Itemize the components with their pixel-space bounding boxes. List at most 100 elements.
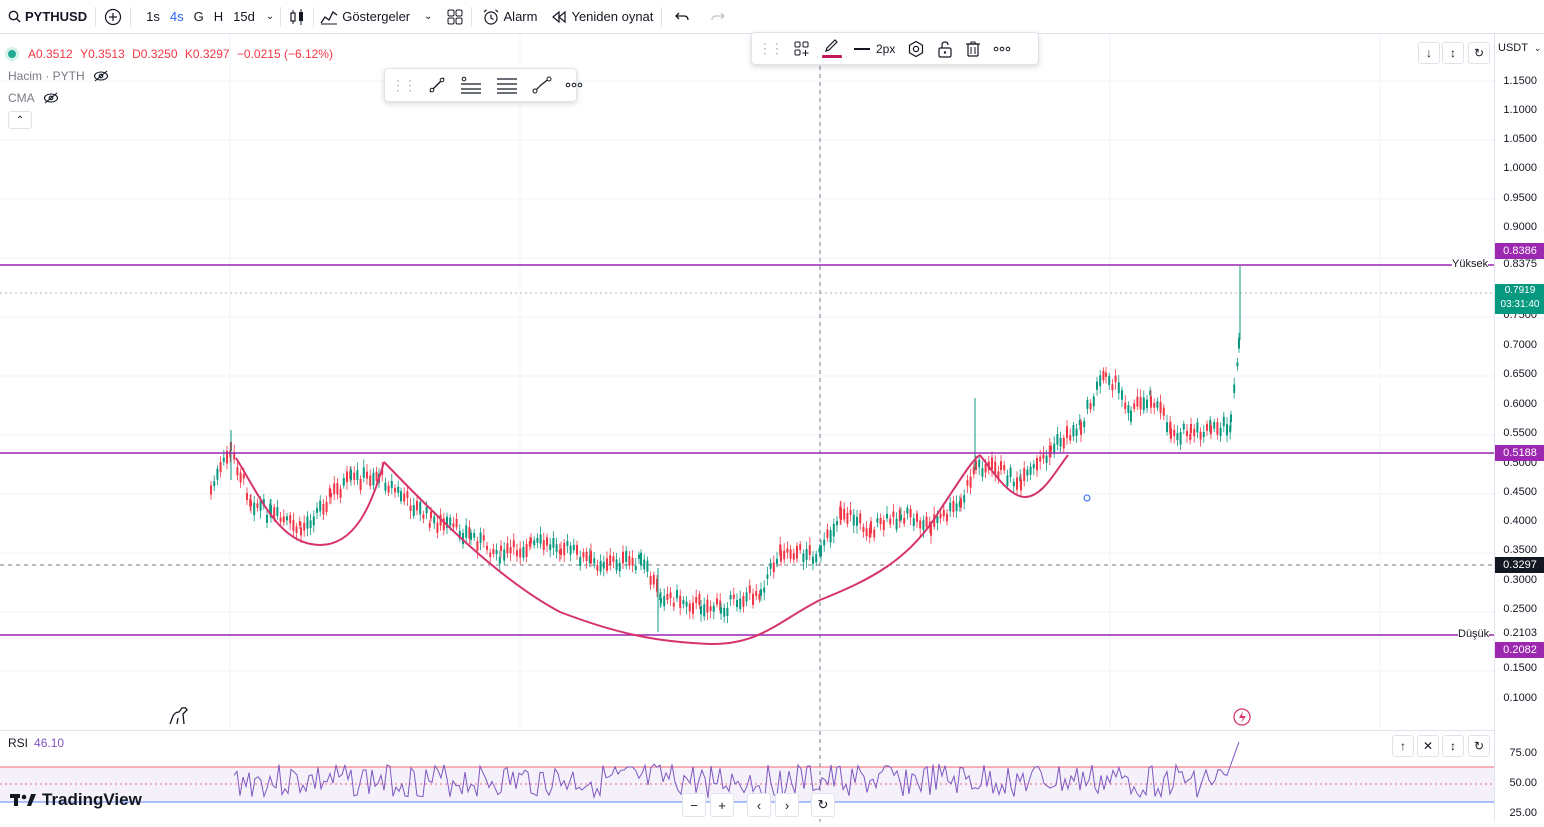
ohlc-values: A0.3512 Y0.3513 D0.3250 K0.3297 −0.0215 … [28,47,333,61]
scroll-down-button[interactable]: ↓ [1418,42,1440,64]
candle-body [409,505,412,511]
rsi-tick: 75.00 [1509,747,1537,759]
reset-pane-button[interactable]: ↻ [1468,735,1490,757]
candle-body [780,550,782,562]
drag-handle-icon[interactable]: ⋮⋮ [385,70,421,100]
lock-button[interactable] [931,34,959,64]
compare-button[interactable] [96,6,132,27]
candle-body [892,511,895,518]
price-tick: 0.6000 [1503,398,1537,410]
scroll-left-button[interactable]: ‹ [747,793,771,817]
candle-body [1139,397,1142,410]
symbol-search[interactable]: PYTHUSD [0,6,97,27]
interval-g[interactable]: G [189,9,209,24]
volume-row[interactable]: Hacim · PYTH [8,65,333,87]
cup-curve[interactable] [383,454,981,646]
chevron-down-icon[interactable]: ⌄ [424,11,432,22]
replay-button[interactable]: Yeniden oynat [543,6,663,27]
candle-body [1083,421,1086,428]
candle-body [792,553,795,560]
interval-1s[interactable]: 1s [141,9,165,24]
price-scale[interactable]: 1.1500 1.1000 1.0500 1.0000 0.9500 0.9000 0.83… [1494,34,1544,821]
main-chart[interactable] [0,34,1494,729]
candle-body [403,493,406,502]
drawing-anchor-point[interactable] [1083,494,1091,502]
zoom-out-button[interactable]: − [682,793,706,817]
candle-body [622,551,624,564]
candle-body [1032,464,1035,469]
drag-handle-icon[interactable]: ⋮⋮ [752,34,788,64]
candle-body [350,469,352,481]
alert-button[interactable]: Alarm [472,0,544,33]
indicators-button[interactable]: Göstergeler ⌄ [314,0,438,33]
interval-15d[interactable]: 15d [228,9,260,24]
reset-chart-button[interactable]: ↻ [811,793,835,817]
rsi-legend[interactable]: RSI 46.10 [8,736,64,750]
trend-line-icon [429,77,445,93]
cma-row[interactable]: CMA [8,87,333,109]
candle-body [726,608,729,616]
price-tick: 0.3500 [1503,544,1537,556]
eye-off-icon[interactable] [43,92,59,104]
candle-body [966,480,969,486]
candle-body [1130,410,1132,422]
search-icon [8,10,21,23]
candle-body [1199,431,1202,440]
more-tools-button[interactable] [559,70,589,100]
eye-off-icon[interactable] [93,70,109,82]
layouts-button[interactable] [439,6,472,27]
parallel-channel-tool[interactable] [489,70,525,100]
candle-body [643,559,646,570]
candle-body [802,553,805,563]
maximize-button[interactable]: ↕ [1442,42,1464,64]
price-tick: 0.1500 [1503,662,1537,674]
scroll-right-button[interactable]: › [775,793,799,817]
reset-button[interactable]: ↻ [1468,42,1490,64]
candle-body [612,556,615,562]
settings-button[interactable] [901,34,931,64]
currency-selector[interactable]: USDT ⌄ [1498,42,1541,54]
close-value: K0.3297 [184,47,230,61]
chart-type-button[interactable] [280,6,315,27]
arrow-up-icon: ↑ [1400,739,1406,753]
path-tool[interactable] [525,70,559,100]
delete-button[interactable] [959,34,987,64]
left-handle-curve[interactable] [235,457,385,547]
interval-4s[interactable]: 4s [165,9,189,24]
trend-line-tool[interactable] [421,70,453,100]
lightning-icon[interactable] [1233,708,1251,726]
redo-button[interactable] [696,0,732,33]
chevron-down-icon[interactable]: ⌄ [266,11,274,22]
candle-body [763,587,766,593]
candle-body [1216,422,1219,435]
candle-body [353,472,356,480]
price-tick: 0.9000 [1503,221,1537,233]
candle-body [1020,479,1022,491]
line-width-button[interactable]: 2px [848,34,901,64]
zoom-in-button[interactable]: + [710,793,734,817]
high-line-price-label: 0.8386 [1495,243,1544,259]
candle-body [465,525,468,538]
template-button[interactable] [788,34,816,64]
price-tick: 0.2103 [1503,627,1537,639]
candle-body [336,482,339,495]
ray-tool[interactable] [453,70,489,100]
replay-label: Yeniden oynat [571,9,654,24]
close-pane-button[interactable]: ✕ [1417,735,1439,757]
candle-body [476,541,479,551]
move-pane-up-button[interactable]: ↑ [1392,735,1414,757]
candle-body [695,597,698,604]
collapse-legend-button[interactable]: ⌃ [8,111,32,129]
undo-button[interactable] [662,0,696,33]
price-tick: 0.2500 [1503,603,1537,615]
candle-body [634,565,637,571]
line-color-button[interactable] [816,34,848,64]
more-options-button[interactable] [987,34,1017,64]
price-tick: 1.0000 [1503,162,1537,174]
maximize-pane-button[interactable]: ↕ [1442,735,1464,757]
unlock-icon [938,40,952,58]
candle-body [776,558,778,564]
candle-body [1108,375,1111,385]
tradingview-logo[interactable]: TradingView [10,790,142,810]
interval-h[interactable]: H [209,9,228,24]
